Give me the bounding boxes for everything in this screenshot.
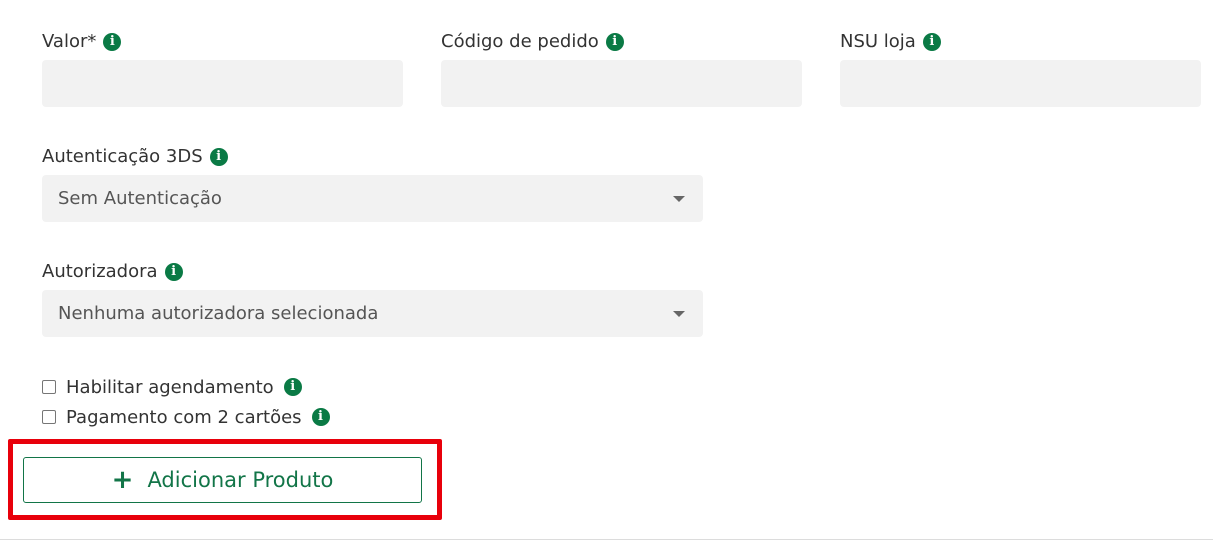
selected-value: Nenhuma autorizadora selecionada bbox=[58, 303, 379, 324]
valor-input[interactable] bbox=[42, 60, 403, 107]
pagamento-dois-cartoes-row: Pagamento com 2 cartões i bbox=[42, 405, 330, 429]
nsu-loja-input[interactable] bbox=[840, 60, 1201, 107]
pagamento-dois-cartoes-checkbox[interactable] bbox=[42, 410, 56, 424]
habilitar-agendamento-checkbox[interactable] bbox=[42, 380, 56, 394]
habilitar-agendamento-label[interactable]: Habilitar agendamento bbox=[66, 377, 274, 398]
plus-icon: + bbox=[111, 465, 134, 495]
divider bbox=[0, 539, 1213, 540]
chevron-down-icon bbox=[673, 310, 685, 317]
add-product-button[interactable]: + Adicionar Produto bbox=[23, 457, 422, 503]
info-icon[interactable]: i bbox=[209, 148, 228, 166]
add-product-label: Adicionar Produto bbox=[147, 468, 334, 492]
habilitar-agendamento-row: Habilitar agendamento i bbox=[42, 375, 302, 399]
codigo-pedido-label: Código de pedido i bbox=[441, 30, 624, 54]
chevron-down-icon bbox=[673, 195, 685, 202]
codigo-pedido-input[interactable] bbox=[441, 60, 802, 107]
info-icon[interactable]: i bbox=[283, 378, 302, 396]
autenticacao-3ds-label: Autenticação 3DS i bbox=[42, 145, 228, 169]
valor-label: Valor* i bbox=[42, 30, 122, 54]
info-icon[interactable]: i bbox=[605, 33, 624, 51]
pagamento-dois-cartoes-label[interactable]: Pagamento com 2 cartões bbox=[66, 407, 302, 428]
info-icon[interactable]: i bbox=[164, 263, 183, 281]
autorizadora-label: Autorizadora i bbox=[42, 260, 183, 284]
info-icon[interactable]: i bbox=[922, 33, 941, 51]
autenticacao-3ds-select[interactable]: Sem Autenticação bbox=[42, 175, 703, 222]
nsu-loja-label: NSU loja i bbox=[840, 30, 941, 54]
selected-value: Sem Autenticação bbox=[58, 188, 222, 209]
autorizadora-select[interactable]: Nenhuma autorizadora selecionada bbox=[42, 290, 703, 337]
info-icon[interactable]: i bbox=[311, 408, 330, 426]
info-icon[interactable]: i bbox=[103, 33, 122, 51]
